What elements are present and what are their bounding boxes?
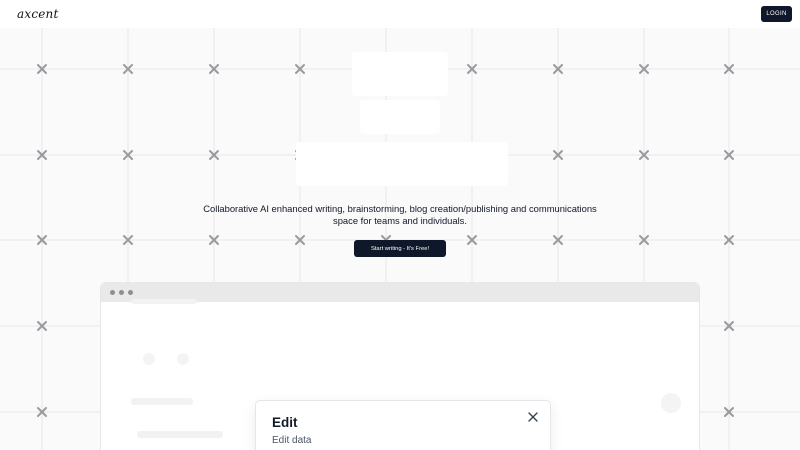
faded-placeholder [137, 431, 223, 438]
faded-headline-block [352, 52, 448, 96]
faded-placeholder [177, 353, 189, 365]
tagline-line-2: space for teams and individuals. [333, 215, 467, 226]
brand-logo[interactable]: axcent [17, 7, 59, 21]
faded-headline-block [296, 142, 508, 186]
faded-placeholder [143, 353, 155, 365]
top-nav: axcent LOGIN [0, 0, 800, 28]
close-button[interactable] [526, 410, 540, 424]
window-dot-icon [119, 290, 124, 295]
window-dot-icon [110, 290, 115, 295]
start-writing-button[interactable]: Start writing - It's Free! [354, 240, 446, 257]
window-dot-icon [128, 290, 133, 295]
faded-placeholder [131, 398, 193, 405]
login-button[interactable]: LOGIN [761, 6, 792, 22]
edit-modal: Edit Edit data [255, 400, 551, 450]
close-icon [528, 412, 538, 422]
modal-subtitle: Edit data [272, 435, 312, 446]
faded-placeholder [131, 299, 197, 304]
tagline-line-1: Collaborative AI enhanced writing, brain… [203, 203, 597, 214]
hero-tagline: Collaborative AI enhanced writing, brain… [200, 203, 600, 227]
modal-title: Edit [272, 415, 298, 430]
faded-headline-block [360, 100, 440, 134]
faded-placeholder [661, 393, 681, 413]
